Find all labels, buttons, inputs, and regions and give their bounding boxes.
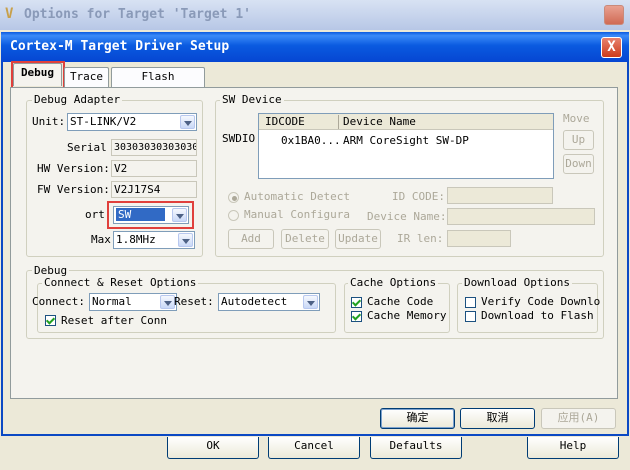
unit-select[interactable]: ST-LINK/V2 — [67, 113, 197, 131]
chevron-down-icon[interactable] — [303, 295, 318, 309]
dialog-cancel-button[interactable]: 取消 — [460, 408, 535, 429]
download-to-flash-label: Download to Flash — [481, 309, 594, 322]
max-clock-select[interactable]: 1.8MHz — [113, 231, 195, 249]
outer-window-titlebar: V Options for Target 'Target 1' — [0, 0, 630, 30]
manual-configuration-label: Manual Configurati — [244, 208, 350, 221]
dialog-title: Cortex-M Target Driver Setup — [10, 39, 230, 54]
cache-code-label: Cache Code — [367, 295, 434, 308]
outer-close-button[interactable] — [604, 5, 624, 25]
connect-reset-title: Connect & Reset Options — [42, 276, 199, 289]
port-highlight — [107, 201, 194, 229]
add-button[interactable]: Add — [228, 229, 274, 249]
reset-after-connect-checkbox[interactable] — [45, 315, 56, 326]
move-up-button[interactable]: Up — [563, 130, 594, 150]
ir-len-field[interactable] — [447, 230, 511, 247]
unit-label: Unit: — [32, 115, 66, 128]
column-header-idcode[interactable]: IDCODE — [265, 115, 305, 129]
cache-code-checkbox[interactable] — [351, 297, 362, 308]
update-button[interactable]: Update — [335, 229, 381, 249]
outer-ok-button[interactable]: OK — [167, 437, 259, 459]
device-list-header: IDCODE Device Name — [259, 114, 553, 130]
download-options-title: Download Options — [462, 276, 572, 289]
move-down-button[interactable]: Down — [563, 154, 594, 174]
fw-version-label: FW Version: — [37, 183, 110, 196]
reset-label: Reset: — [174, 295, 214, 308]
download-to-flash-checkbox[interactable] — [465, 311, 476, 322]
debug-adapter-title: Debug Adapter — [32, 93, 123, 106]
reset-after-connect-label: Reset after Conn — [61, 314, 167, 327]
manual-configuration-radio[interactable] — [228, 210, 239, 221]
connect-label: Connect: — [32, 295, 85, 308]
dialog-ok-button[interactable]: 确定 — [380, 408, 455, 429]
connect-select[interactable]: Normal — [89, 293, 177, 311]
cache-memory-checkbox[interactable] — [351, 311, 362, 322]
dialog-close-button[interactable]: X — [601, 37, 622, 58]
close-icon: X — [607, 39, 616, 55]
id-code-field[interactable] — [447, 187, 553, 204]
dialog-apply-button[interactable]: 应用(A) — [541, 408, 616, 429]
chevron-down-icon[interactable] — [180, 115, 195, 129]
ir-len-label: IR len: — [397, 232, 444, 245]
id-code-label: ID CODE: — [392, 190, 445, 203]
outer-help-button[interactable]: Help — [527, 437, 619, 459]
chevron-down-icon[interactable] — [160, 295, 175, 309]
row-device-name: ARM CoreSight SW-DP — [343, 134, 469, 147]
max-clock-label: Max — [91, 233, 111, 246]
serial-field: 3030303030303030 — [111, 139, 197, 156]
delete-button[interactable]: Delete — [281, 229, 329, 249]
sw-device-title: SW Device — [220, 93, 284, 106]
dialog-titlebar: Cortex-M Target Driver Setup X — [1, 32, 629, 62]
chevron-down-icon[interactable] — [178, 233, 193, 247]
device-name-label: Device Name: — [367, 210, 447, 223]
move-label: Move — [563, 112, 590, 125]
sw-device-list[interactable]: IDCODE Device Name 0x1BA0... ARM CoreSig… — [258, 113, 554, 179]
table-row[interactable]: 0x1BA0... ARM CoreSight SW-DP — [259, 133, 553, 148]
cache-memory-label: Cache Memory — [367, 309, 447, 322]
serial-label: Serial — [67, 141, 107, 154]
fw-version-field: V2J17S4 — [111, 181, 197, 198]
tab-flash-download[interactable]: Flash Download — [111, 67, 205, 101]
outer-cancel-button[interactable]: Cancel — [268, 437, 360, 459]
keil-app-icon: V — [5, 6, 14, 22]
row-idcode: 0x1BA0... — [281, 134, 341, 147]
tab-trace[interactable]: Trace — [64, 67, 109, 87]
hw-version-label: HW Version: — [37, 162, 110, 175]
reset-select[interactable]: Autodetect — [218, 293, 320, 311]
swdio-label: SWDIO — [222, 132, 256, 145]
verify-code-checkbox[interactable] — [465, 297, 476, 308]
automatic-detection-label: Automatic Detectio — [244, 190, 350, 203]
automatic-detection-radio[interactable] — [228, 192, 239, 203]
hw-version-field: V2 — [111, 160, 197, 177]
verify-code-label: Verify Code Downlo — [481, 295, 601, 308]
device-name-field[interactable] — [447, 208, 595, 225]
column-header-device-name[interactable]: Device Name — [343, 115, 416, 129]
cache-options-title: Cache Options — [348, 276, 439, 289]
outer-defaults-button[interactable]: Defaults — [370, 437, 462, 459]
column-divider — [338, 115, 339, 129]
outer-window-title: Options for Target 'Target 1' — [24, 7, 251, 22]
